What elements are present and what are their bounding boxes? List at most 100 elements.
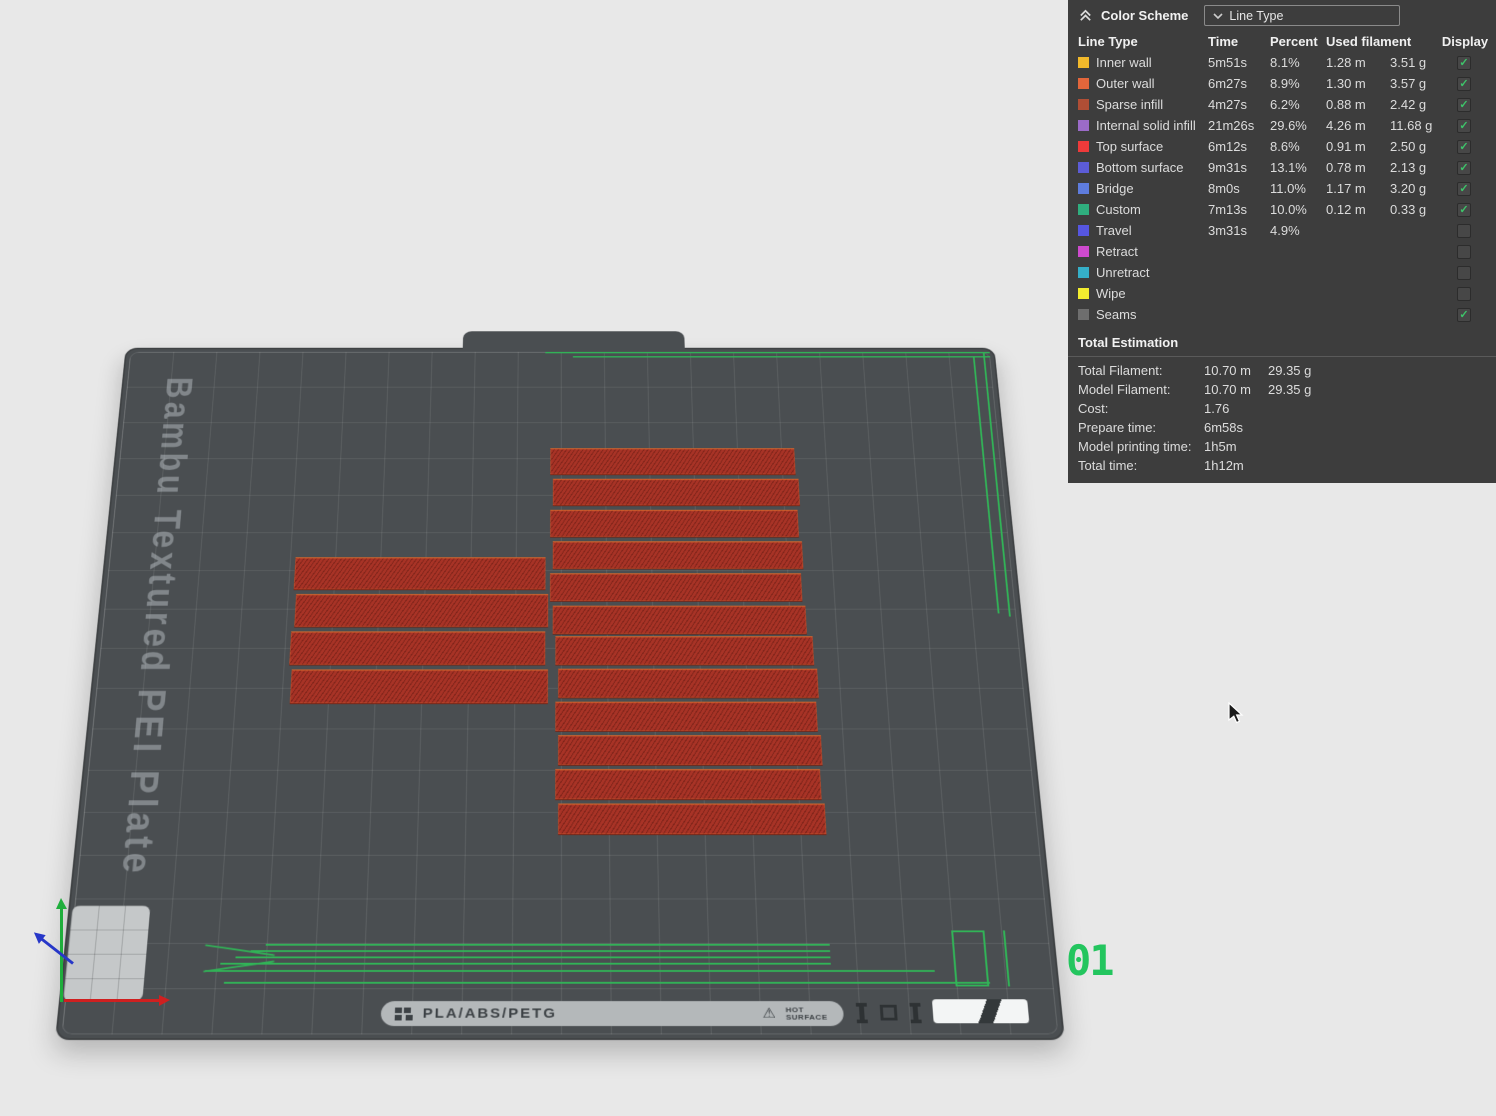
line-type-percent: 13.1% (1270, 160, 1307, 175)
line-type-filament-length: 0.91 m (1326, 139, 1366, 154)
display-checkbox[interactable]: ✓ (1457, 307, 1471, 322)
plate-handle-tab (462, 331, 685, 352)
line-type-label: Sparse infill (1096, 97, 1164, 112)
toolpath-purge-line (220, 962, 831, 965)
line-type-row: Sparse infill 4m27s 6.2% 0.88 m 2.42 g ✓ (1068, 94, 1496, 115)
display-checkbox[interactable]: ✓ (1457, 97, 1471, 112)
line-type-percent: 11.0% (1270, 181, 1306, 196)
display-checkbox[interactable] (1457, 223, 1471, 238)
line-type-percent: 4.9% (1270, 223, 1300, 238)
line-type-row: Wipe (1068, 283, 1496, 304)
warning-triangle-icon: ⚠ (762, 1005, 777, 1022)
display-checkbox[interactable] (1457, 265, 1471, 280)
sliced-object-strip[interactable] (293, 557, 546, 591)
total-estimation-row: Model printing time: 1h5m (1068, 437, 1496, 456)
display-checkbox[interactable]: ✓ (1457, 181, 1471, 196)
total-label: Prepare time: (1078, 420, 1157, 435)
line-type-filament-length: 1.30 m (1326, 76, 1366, 91)
line-type-label: Top surface (1096, 139, 1164, 154)
line-type-filament-weight: 3.20 g (1390, 181, 1427, 196)
panel-header: Color Scheme Line Type (1068, 0, 1496, 30)
display-checkbox[interactable]: ✓ (1457, 76, 1471, 91)
axis-x-arrow (64, 995, 170, 1006)
display-checkbox[interactable]: ✓ (1457, 55, 1471, 70)
sliced-object-strip[interactable] (289, 631, 546, 666)
line-type-color-swatch (1078, 141, 1089, 152)
line-type-percent: 29.6% (1270, 118, 1307, 133)
line-type-time: 8m0s (1208, 181, 1240, 196)
sliced-object-strip[interactable] (289, 669, 548, 705)
total-estimation-row: Cost: 1.76 (1068, 399, 1496, 418)
display-checkbox[interactable] (1457, 244, 1471, 259)
sliced-object-strip[interactable] (552, 605, 807, 635)
total-label: Cost: (1078, 401, 1109, 416)
line-type-label: Bottom surface (1096, 160, 1184, 175)
total-value: 10.70 m (1204, 382, 1251, 397)
sliced-object-strip[interactable] (555, 636, 815, 666)
total-estimation-row: Prepare time: 6m58s (1068, 418, 1496, 437)
line-type-row: Retract (1068, 241, 1496, 262)
sliced-object-strip[interactable] (550, 448, 796, 476)
line-type-row: Internal solid infill 21m26s 29.6% 4.26 m 11… (1068, 115, 1496, 136)
toolpath-purge-line (223, 981, 991, 984)
panel-title: Color Scheme (1101, 8, 1189, 23)
bambu-logo-icon (394, 1007, 413, 1021)
plate-number[interactable]: 01 (1066, 936, 1115, 985)
sliced-object-strip[interactable] (555, 769, 822, 801)
sliced-object-strip[interactable] (552, 541, 804, 570)
total-estimation-rows: Total Filament: 10.70 m 29.35 g Model Filam… (1068, 361, 1496, 475)
hot-surface-label: HOT SURFACE (785, 1005, 828, 1021)
display-checkbox[interactable]: ✓ (1457, 202, 1471, 217)
total-value: 6m58s (1204, 420, 1244, 435)
line-type-time: 9m31s (1208, 160, 1248, 175)
sliced-object-strip[interactable] (558, 668, 819, 699)
line-type-row: Top surface 6m12s 8.6% 0.91 m 2.50 g ✓ (1068, 136, 1496, 157)
col-header-used-filament: Used filament (1326, 33, 1412, 49)
line-type-color-swatch (1078, 246, 1089, 257)
line-type-label: Unretract (1096, 265, 1150, 280)
collapse-panel-icon[interactable] (1078, 8, 1093, 23)
line-type-table-body: Inner wall 5m51s 8.1% 1.28 m 3.51 g ✓ Outer wa… (1068, 52, 1496, 325)
display-checkbox[interactable]: ✓ (1457, 118, 1471, 133)
col-header-display: Display (1441, 33, 1489, 49)
toolpath-purge-line (204, 970, 935, 972)
line-type-percent: 8.9% (1270, 76, 1300, 91)
total-estimation-row: Model Filament: 10.70 m 29.35 g (1068, 380, 1496, 399)
display-checkbox[interactable] (1457, 286, 1471, 301)
sliced-object-strip[interactable] (552, 478, 800, 507)
col-header-line-type: Line Type (1078, 33, 1138, 49)
total-estimation-row: Total time: 1h12m (1068, 456, 1496, 475)
sliced-object-strip[interactable] (549, 573, 803, 602)
line-type-color-swatch (1078, 120, 1089, 131)
line-type-filament-weight: 0.33 g (1390, 202, 1427, 217)
line-type-row: Bridge 8m0s 11.0% 1.17 m 3.20 g ✓ (1068, 178, 1496, 199)
total-value: 1h5m (1204, 439, 1237, 454)
line-type-label: Outer wall (1096, 76, 1155, 91)
toolpath-purge-line (235, 956, 831, 959)
dropdown-value: Line Type (1229, 8, 1284, 23)
plate-wiper-area (931, 999, 1030, 1024)
color-scheme-dropdown[interactable]: Line Type (1204, 5, 1401, 26)
line-type-filament-length: 0.88 m (1326, 97, 1366, 112)
display-checkbox[interactable]: ✓ (1457, 139, 1471, 154)
line-type-filament-weight: 11.68 g (1390, 118, 1433, 133)
line-type-percent: 6.2% (1270, 97, 1300, 112)
build-plate[interactable]: Bambu Textured PEI Plate PLA/ABS/PETG ⚠ (55, 331, 1065, 1040)
total-label: Total Filament: (1078, 363, 1163, 378)
toolpath-purge-line (265, 943, 830, 946)
display-checkbox[interactable]: ✓ (1457, 160, 1471, 175)
sliced-object-strip[interactable] (558, 735, 823, 766)
line-type-time: 6m12s (1208, 139, 1248, 154)
toolpath-skirt-top-2 (572, 356, 991, 358)
sliced-object-strip[interactable] (294, 594, 549, 628)
total-label: Model Filament: (1078, 382, 1171, 397)
sliced-object-strip[interactable] (550, 509, 799, 538)
line-type-filament-length: 0.78 m (1326, 160, 1366, 175)
sliced-object-strip[interactable] (558, 803, 827, 836)
sliced-object-strip[interactable] (555, 701, 818, 732)
line-type-color-swatch (1078, 225, 1089, 236)
line-type-color-swatch (1078, 78, 1089, 89)
plate-origin-pad (62, 905, 151, 1002)
color-scheme-panel: Color Scheme Line Type Line Type Time Pe… (1068, 0, 1496, 483)
line-type-time: 21m26s (1208, 118, 1255, 133)
